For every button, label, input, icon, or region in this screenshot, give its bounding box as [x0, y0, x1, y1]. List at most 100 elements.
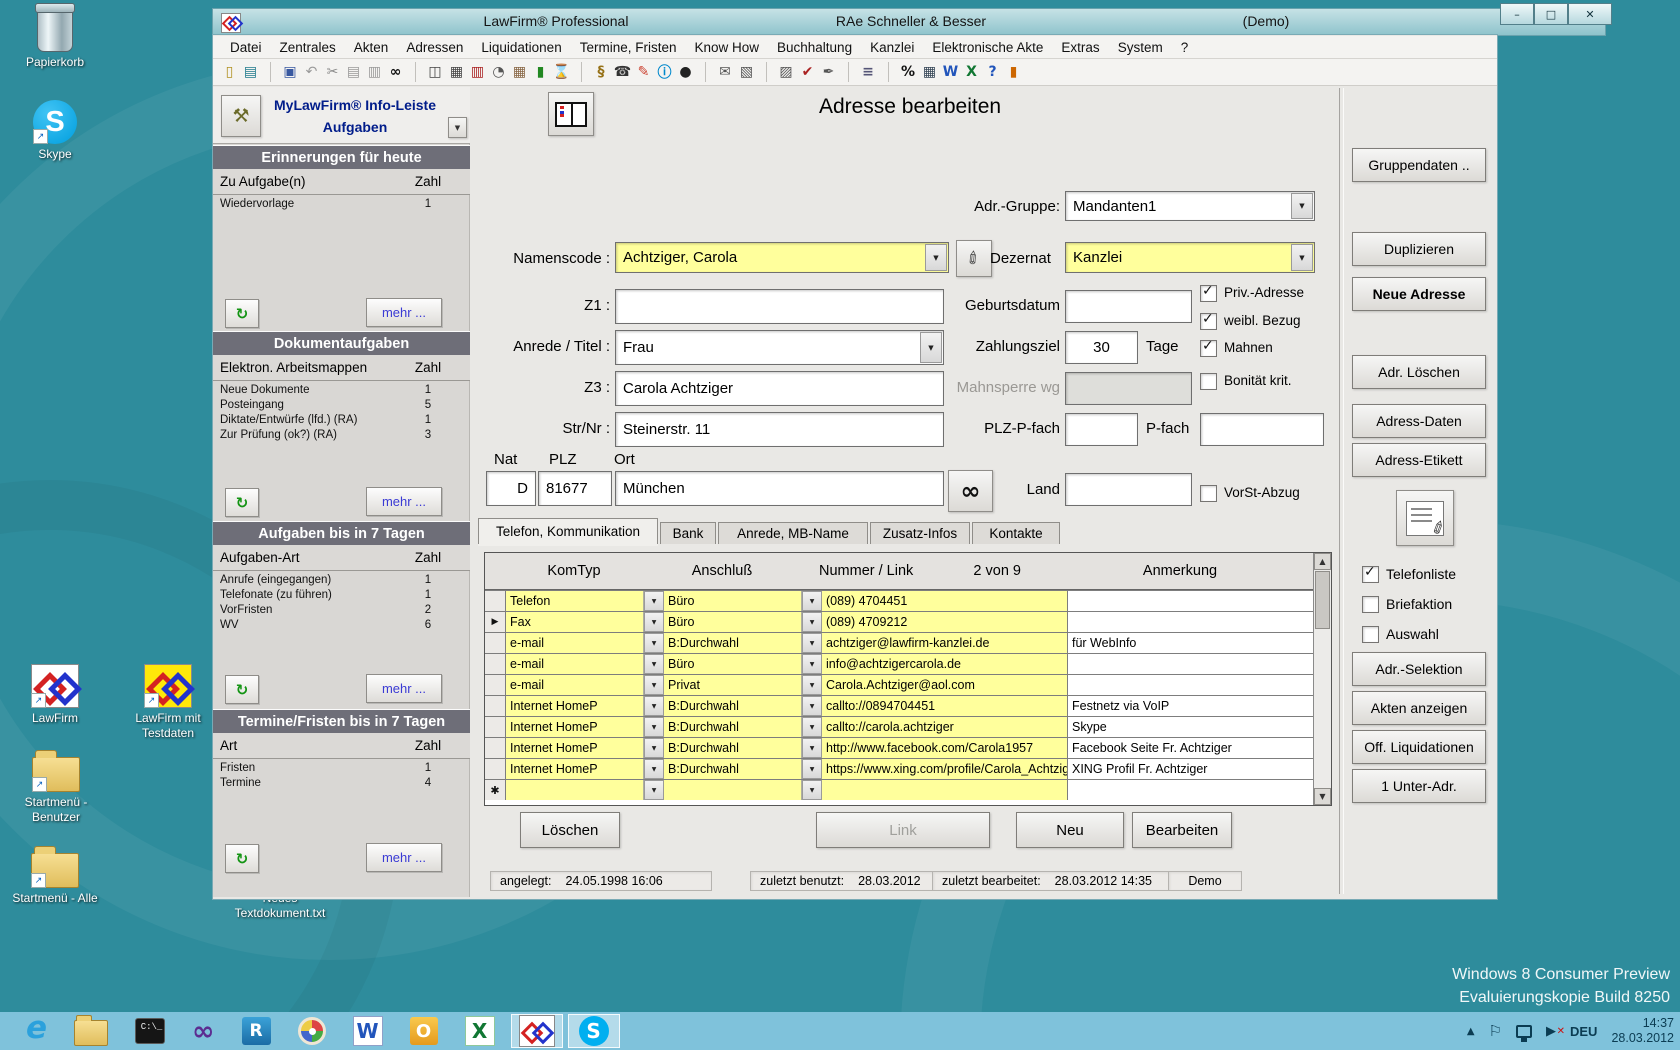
kommunikation-row[interactable]: e-mail B:Durchwahl achtziger@lawfirm-kan…: [485, 632, 1331, 653]
refresh-button[interactable]: [225, 675, 259, 704]
menu-item[interactable]: Liquidationen: [472, 40, 570, 55]
close-button[interactable]: ✕: [1568, 3, 1612, 25]
internet-icon[interactable]: ●: [675, 62, 696, 82]
kommunikation-row[interactable]: Internet HomeP B:Durchwahl callto://0894…: [485, 695, 1331, 716]
vorst-abzug-checkbox[interactable]: VorSt-Abzug: [1200, 485, 1300, 502]
anmerkung-cell[interactable]: [1068, 591, 1313, 611]
komtyp-cell[interactable]: Internet HomeP: [506, 738, 644, 758]
tab-zusatz-infos[interactable]: Zusatz-Infos: [870, 522, 970, 544]
dropdown-arrow-icon[interactable]: [644, 717, 664, 737]
desktop-icon-lawfirm-testdaten[interactable]: LawFirm mitTestdaten: [120, 664, 216, 741]
dropdown-arrow-icon[interactable]: [925, 244, 947, 271]
menu-item[interactable]: Buchhaltung: [768, 40, 861, 55]
undo-icon[interactable]: ↶: [301, 62, 322, 82]
mahnen-checkbox[interactable]: Mahnen: [1200, 340, 1273, 357]
phone-book-icon[interactable]: ▥: [467, 62, 488, 82]
anmerkung-cell[interactable]: [1068, 612, 1313, 632]
anmerkung-cell[interactable]: für WebInfo: [1068, 633, 1313, 653]
menu-item[interactable]: System: [1109, 40, 1172, 55]
z3-field[interactable]: Carola Achtziger: [615, 371, 944, 406]
ort-field[interactable]: München: [615, 471, 944, 506]
dropdown-arrow-icon[interactable]: [644, 675, 664, 695]
kommunikation-row[interactable]: e-mail Büro info@achtzigercarola.de: [485, 653, 1331, 674]
taskbar-word-icon[interactable]: [353, 1016, 383, 1046]
menu-item[interactable]: Extras: [1052, 40, 1108, 55]
menu-item[interactable]: Akten: [345, 40, 398, 55]
anschluss-cell[interactable]: B:Durchwahl: [664, 759, 802, 779]
info-row[interactable]: Fristen1: [213, 760, 470, 775]
dropdown-arrow-icon[interactable]: [802, 717, 822, 737]
namenscode-select[interactable]: Achtziger, Carola: [615, 242, 949, 273]
anmerkung-cell[interactable]: Festnetz via VoIP: [1068, 696, 1313, 716]
anmerkung-cell[interactable]: [1068, 780, 1313, 800]
loeschen-button[interactable]: Löschen: [520, 812, 620, 848]
taskbar-lawfirm-icon[interactable]: [511, 1014, 563, 1048]
anschluss-cell[interactable]: Büro: [664, 591, 802, 611]
adress-etikett-button[interactable]: Adress-Etikett: [1352, 443, 1486, 477]
anrede-select[interactable]: Frau: [615, 330, 944, 365]
search-binoculars-icon[interactable]: ∞: [385, 62, 406, 82]
mehr-button[interactable]: mehr ...: [366, 674, 442, 703]
anschluss-cell[interactable]: [664, 780, 802, 800]
desktop-icon-startmenu-benutzer[interactable]: Startmenü - Benutzer: [0, 748, 112, 825]
menu-item[interactable]: Datei: [221, 40, 271, 55]
adr-gruppe-select[interactable]: Mandanten1: [1065, 191, 1315, 221]
dropdown-arrow-icon[interactable]: [802, 780, 822, 800]
taskbar-paint-icon[interactable]: [298, 1017, 326, 1045]
name-assistant-button[interactable]: [956, 240, 992, 277]
komtyp-cell[interactable]: [506, 780, 644, 800]
dictation-icon[interactable]: ✎: [633, 62, 654, 82]
email-icon[interactable]: ✉: [705, 62, 736, 82]
nummer-link-cell[interactable]: achtziger@lawfirm-kanzlei.de: [822, 633, 1068, 653]
info-row[interactable]: Diktate/Entwürfe (lfd.) (RA)1: [213, 412, 470, 427]
anmerkung-cell[interactable]: [1068, 675, 1313, 695]
desktop-icon-skype[interactable]: Skype: [10, 100, 100, 162]
info-row[interactable]: Neue Dokumente1: [213, 382, 470, 397]
window-titlebar[interactable]: LawFirm® Professional RAe Schneller & Be…: [212, 8, 1606, 36]
dropdown-arrow-icon[interactable]: [644, 738, 664, 758]
ort-search-button[interactable]: [948, 470, 993, 512]
taskbar-excel-icon[interactable]: [465, 1016, 495, 1046]
komtyp-cell[interactable]: e-mail: [506, 654, 644, 674]
komtyp-cell[interactable]: Internet HomeP: [506, 717, 644, 737]
kommunikation-row[interactable]: [485, 779, 1331, 800]
taskbar-cmd-icon[interactable]: [135, 1018, 165, 1044]
adr-loeschen-button[interactable]: Adr. Löschen: [1352, 355, 1486, 389]
percent-icon[interactable]: %: [888, 62, 919, 82]
gruppendaten-button[interactable]: Gruppendaten ..: [1352, 148, 1486, 182]
anmerkung-cell[interactable]: [1068, 654, 1313, 674]
refresh-button[interactable]: [225, 488, 259, 517]
tab-anrede-mb-name[interactable]: Anrede, MB-Name: [718, 522, 868, 544]
taskbar-ie-icon[interactable]: [26, 1016, 47, 1046]
neu-button[interactable]: Neu: [1016, 812, 1124, 848]
maximize-button[interactable]: □: [1534, 3, 1568, 25]
anschluss-cell[interactable]: Büro: [664, 654, 802, 674]
z1-field[interactable]: [615, 289, 944, 324]
signature-icon[interactable]: ✒: [818, 62, 839, 82]
neue-adresse-button[interactable]: Neue Adresse: [1352, 277, 1486, 311]
clipboard-check-icon[interactable]: ✔: [797, 62, 818, 82]
desktop-icon-papierkorb[interactable]: Papierkorb: [10, 8, 100, 70]
priv-adresse-checkbox[interactable]: Priv.-Adresse: [1200, 285, 1304, 302]
info-row[interactable]: Wiedervorlage1: [213, 196, 470, 211]
scroll-down-icon[interactable]: ▼: [1314, 788, 1331, 805]
mehr-button[interactable]: mehr ...: [366, 487, 442, 516]
plz-pfach-field[interactable]: [1065, 413, 1138, 446]
paste-icon[interactable]: ▥: [364, 62, 385, 82]
calculator-icon[interactable]: ▦: [919, 62, 940, 82]
nummer-link-cell[interactable]: https://www.xing.com/profile/Carola_Acht…: [822, 759, 1068, 779]
volume-muted-icon[interactable]: [1546, 1024, 1556, 1039]
menu-item[interactable]: Adressen: [397, 40, 472, 55]
kommunikation-row[interactable]: e-mail Privat Carola.Achtziger@aol.com: [485, 674, 1331, 695]
kommunikation-row[interactable]: Internet HomeP B:Durchwahl callto://caro…: [485, 716, 1331, 737]
dropdown-arrow-icon[interactable]: [920, 332, 942, 363]
language-indicator[interactable]: DEU: [1570, 1024, 1597, 1039]
menu-item[interactable]: Kanzlei: [861, 40, 923, 55]
desktop-icon-lawfirm[interactable]: LawFirm: [10, 664, 100, 726]
info-row[interactable]: Posteingang5: [213, 397, 470, 412]
adress-daten-button[interactable]: Adress-Daten: [1352, 404, 1486, 438]
plz-field[interactable]: 81677: [538, 471, 612, 506]
anschluss-cell[interactable]: B:Durchwahl: [664, 717, 802, 737]
info-row[interactable]: Anrufe (eingegangen)1: [213, 572, 470, 587]
dezernat-select[interactable]: Kanzlei: [1065, 242, 1315, 273]
